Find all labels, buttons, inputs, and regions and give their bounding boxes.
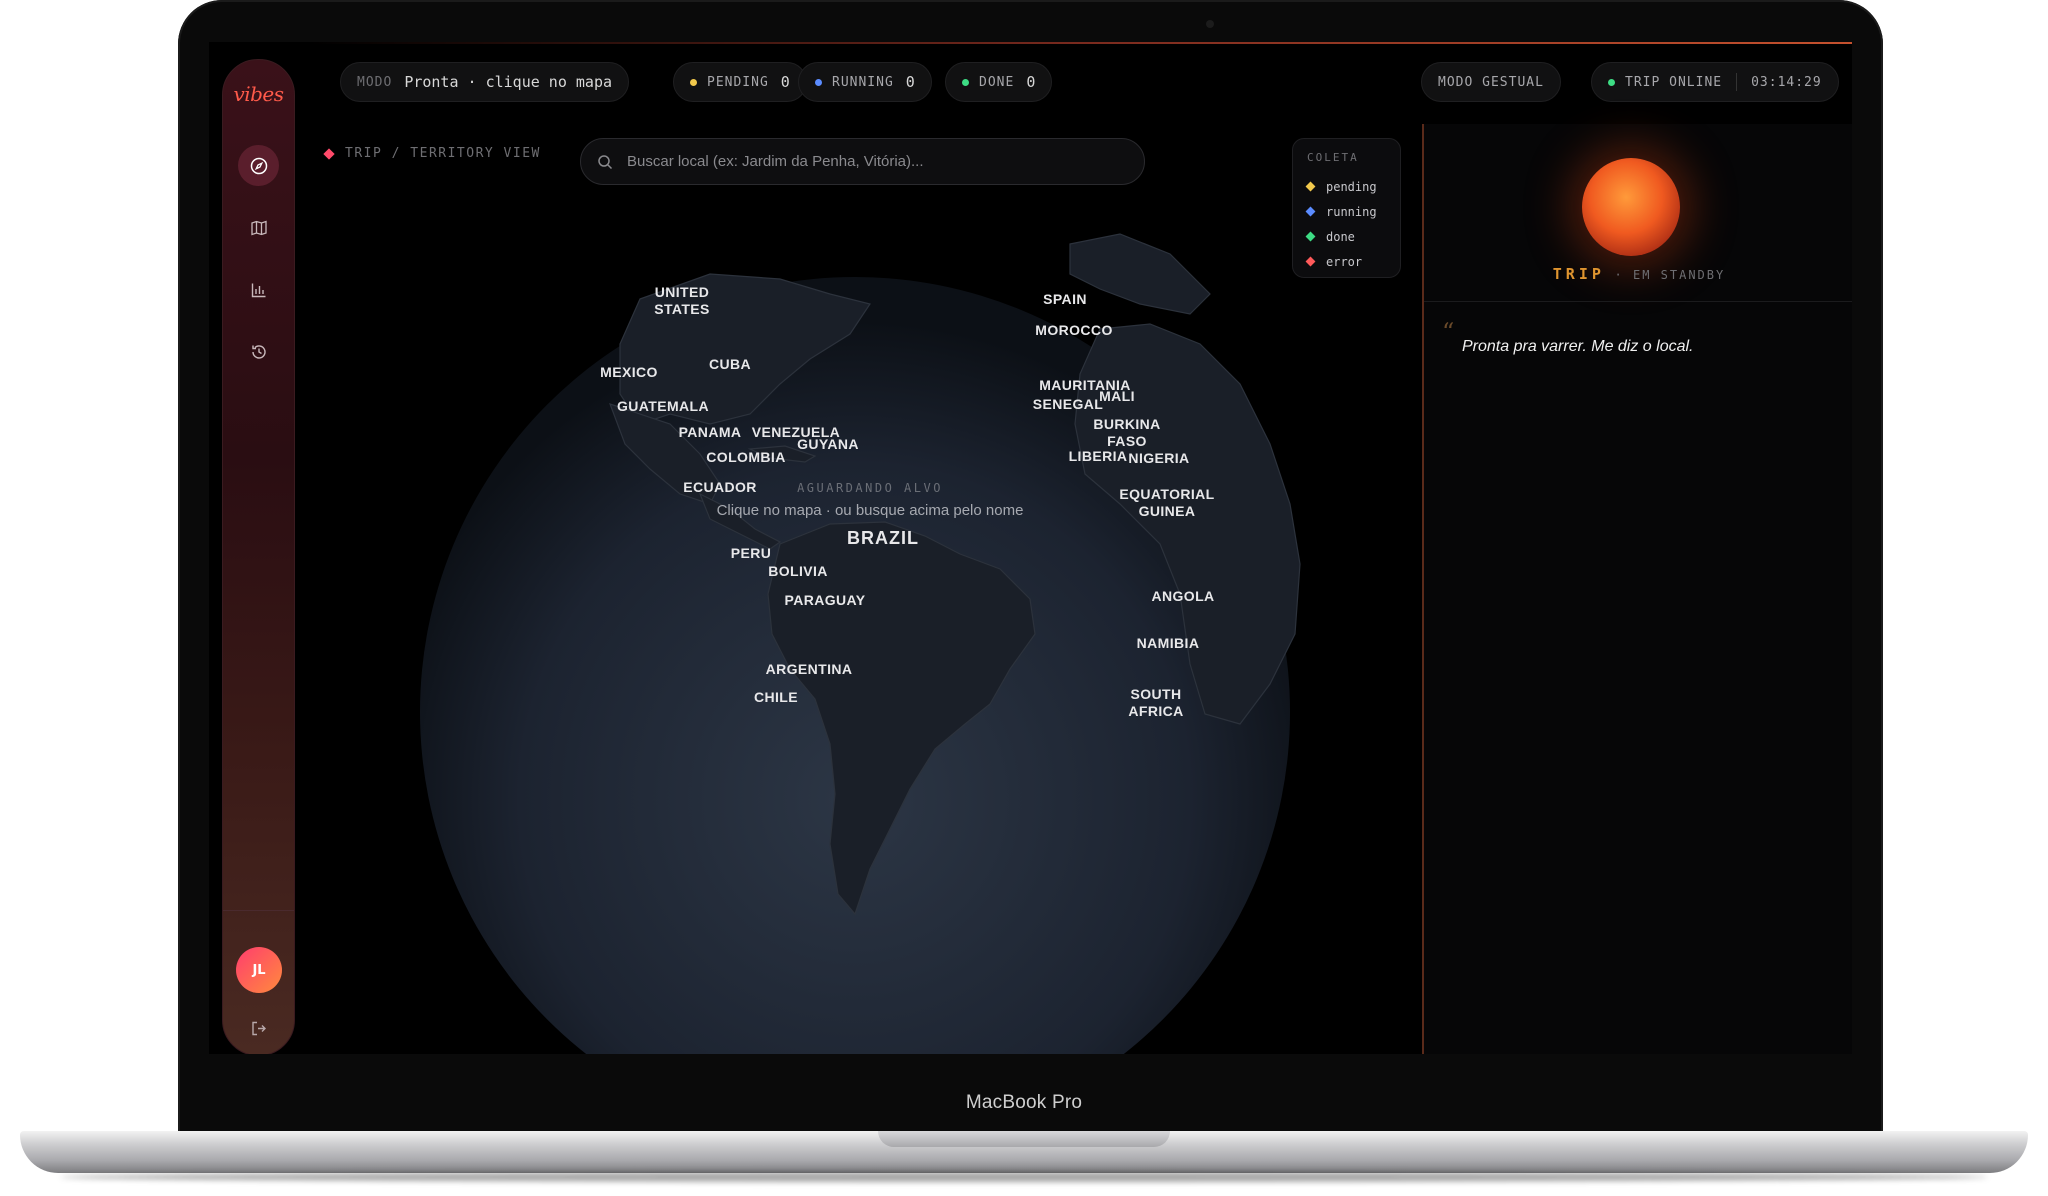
- camera: [1206, 20, 1214, 28]
- logout-icon: [252, 1021, 266, 1036]
- running-label: RUNNING: [832, 74, 894, 90]
- error-diamond-icon: [1305, 256, 1316, 267]
- compass-icon: [250, 157, 267, 174]
- label-argentina: ARGENTINA: [765, 661, 853, 677]
- label-morocco: MOROCCO: [1035, 322, 1113, 338]
- pending-dot: [690, 78, 697, 86]
- label-panama: PANAMA: [678, 424, 742, 440]
- legend-item-pending: pending: [1305, 174, 1386, 199]
- connection-status-pill: TRIP ONLINE 03:14:29: [1591, 62, 1839, 102]
- bar-chart-icon: [251, 283, 265, 297]
- assistant-orb[interactable]: [1582, 158, 1680, 256]
- laptop-notch: [878, 1131, 1170, 1147]
- label-south-africa: SOUTH AFRICA: [1128, 686, 1184, 719]
- pending-label: PENDING: [707, 74, 769, 90]
- breadcrumb: TRIP / TERRITORY VIEW: [323, 146, 541, 161]
- sidebar: vibes JL: [222, 59, 295, 1054]
- done-count: 0: [1026, 73, 1036, 91]
- label-colombia: COLOMBIA: [706, 449, 786, 465]
- breadcrumb-marker-icon: [323, 147, 335, 160]
- label-chile: CHILE: [754, 689, 798, 705]
- status-legend: COLETA pending running done error: [1292, 138, 1401, 278]
- label-mexico: MEXICO: [600, 364, 658, 380]
- label-mali: MALI: [1099, 388, 1135, 404]
- status-label: TRIP ONLINE: [1625, 74, 1723, 90]
- legend-item-done: done: [1305, 224, 1386, 249]
- assistant-panel: TRIP · EM STANDBY “ Pronta pra varrer. M…: [1422, 124, 1852, 1054]
- pending-count: 0: [780, 73, 790, 91]
- nav-history-button[interactable]: [238, 331, 279, 372]
- done-label: DONE: [979, 74, 1015, 90]
- label-ecuador: ECUADOR: [683, 479, 757, 495]
- mode-status-pill: MODO Pronta · clique no mapa: [340, 62, 630, 102]
- label-liberia: LIBERIA: [1068, 448, 1128, 464]
- done-diamond-icon: [1305, 231, 1316, 242]
- running-dot: [815, 78, 822, 86]
- app-screen: vibes JL MODO Pronta · clique no mapa PE…: [209, 42, 1852, 1054]
- assistant-name: TRIP: [1552, 265, 1605, 283]
- app-logo[interactable]: vibes: [223, 82, 294, 106]
- label-guatemala: GUATEMALA: [617, 398, 709, 414]
- label-nigeria: NIGERIA: [1128, 450, 1190, 466]
- legend-title: COLETA: [1307, 151, 1359, 164]
- nav-compass-button[interactable]: [238, 145, 279, 186]
- assistant-state: · EM STANDBY: [1614, 268, 1726, 282]
- awaiting-target-hint: Clique no mapa · ou busque acima pelo no…: [716, 502, 1024, 519]
- location-search[interactable]: [580, 138, 1145, 185]
- breadcrumb-text: TRIP / TERRITORY VIEW: [345, 146, 541, 161]
- running-diamond-icon: [1305, 206, 1316, 217]
- label-equatorial-guinea: EQUATORIAL GUINEA: [1119, 486, 1215, 519]
- label-cuba: CUBA: [708, 356, 752, 372]
- running-counter: RUNNING 0: [798, 62, 932, 102]
- label-guyana: GUYANA: [797, 436, 859, 452]
- search-icon: [598, 154, 613, 169]
- panel-divider: [1424, 301, 1852, 302]
- label-senegal: SENEGAL: [1032, 396, 1104, 412]
- mode-key: MODO: [357, 74, 393, 90]
- europe-landmass: [1069, 233, 1211, 315]
- history-icon: [251, 344, 266, 359]
- logout-button[interactable]: [238, 1008, 279, 1049]
- laptop-shadow: [60, 1172, 1988, 1182]
- assistant-status: TRIP · EM STANDBY: [1424, 264, 1852, 283]
- gesture-mode-label: MODO GESTUAL: [1438, 74, 1544, 90]
- mode-value: Pronta · clique no mapa: [404, 73, 613, 91]
- done-counter: DONE 0: [945, 62, 1053, 102]
- map-view[interactable]: UNITED STATES MEXICO CUBA GUATEMALA PANA…: [310, 124, 1422, 1054]
- device-label: MacBook Pro: [965, 1092, 1083, 1113]
- nav-stats-button[interactable]: [238, 269, 279, 310]
- pending-diamond-icon: [1305, 181, 1316, 192]
- label-paraguay: PARAGUAY: [784, 592, 866, 608]
- label-united-states: UNITED STATES: [654, 284, 710, 317]
- label-bolivia: BOLIVIA: [768, 563, 828, 579]
- avatar[interactable]: JL: [236, 947, 282, 993]
- map-icon: [250, 220, 267, 235]
- top-accent-line: [310, 42, 1852, 44]
- label-peru: PERU: [730, 545, 772, 561]
- legend-item-error: error: [1305, 249, 1386, 274]
- nav-map-button[interactable]: [238, 207, 279, 248]
- awaiting-target-title: AGUARDANDO ALVO: [797, 481, 943, 495]
- pending-counter: PENDING 0: [673, 62, 807, 102]
- label-brazil: BRAZIL: [847, 528, 919, 548]
- clock: 03:14:29: [1751, 74, 1822, 90]
- globe[interactable]: [310, 124, 1422, 1054]
- online-dot: [1608, 78, 1615, 86]
- label-burkina-faso: BURKINA FASO: [1093, 416, 1161, 449]
- label-angola: ANGOLA: [1151, 588, 1215, 604]
- sidebar-divider: [223, 910, 294, 911]
- quote-icon: “: [1442, 318, 1455, 346]
- label-spain: SPAIN: [1043, 291, 1087, 307]
- search-input[interactable]: [625, 152, 1129, 171]
- assistant-message: Pronta pra varrer. Me diz o local.: [1462, 338, 1694, 355]
- gesture-mode-button[interactable]: MODO GESTUAL: [1421, 62, 1561, 102]
- label-namibia: NAMIBIA: [1136, 635, 1200, 651]
- legend-item-running: running: [1305, 199, 1386, 224]
- running-count: 0: [905, 73, 915, 91]
- done-dot: [962, 78, 969, 86]
